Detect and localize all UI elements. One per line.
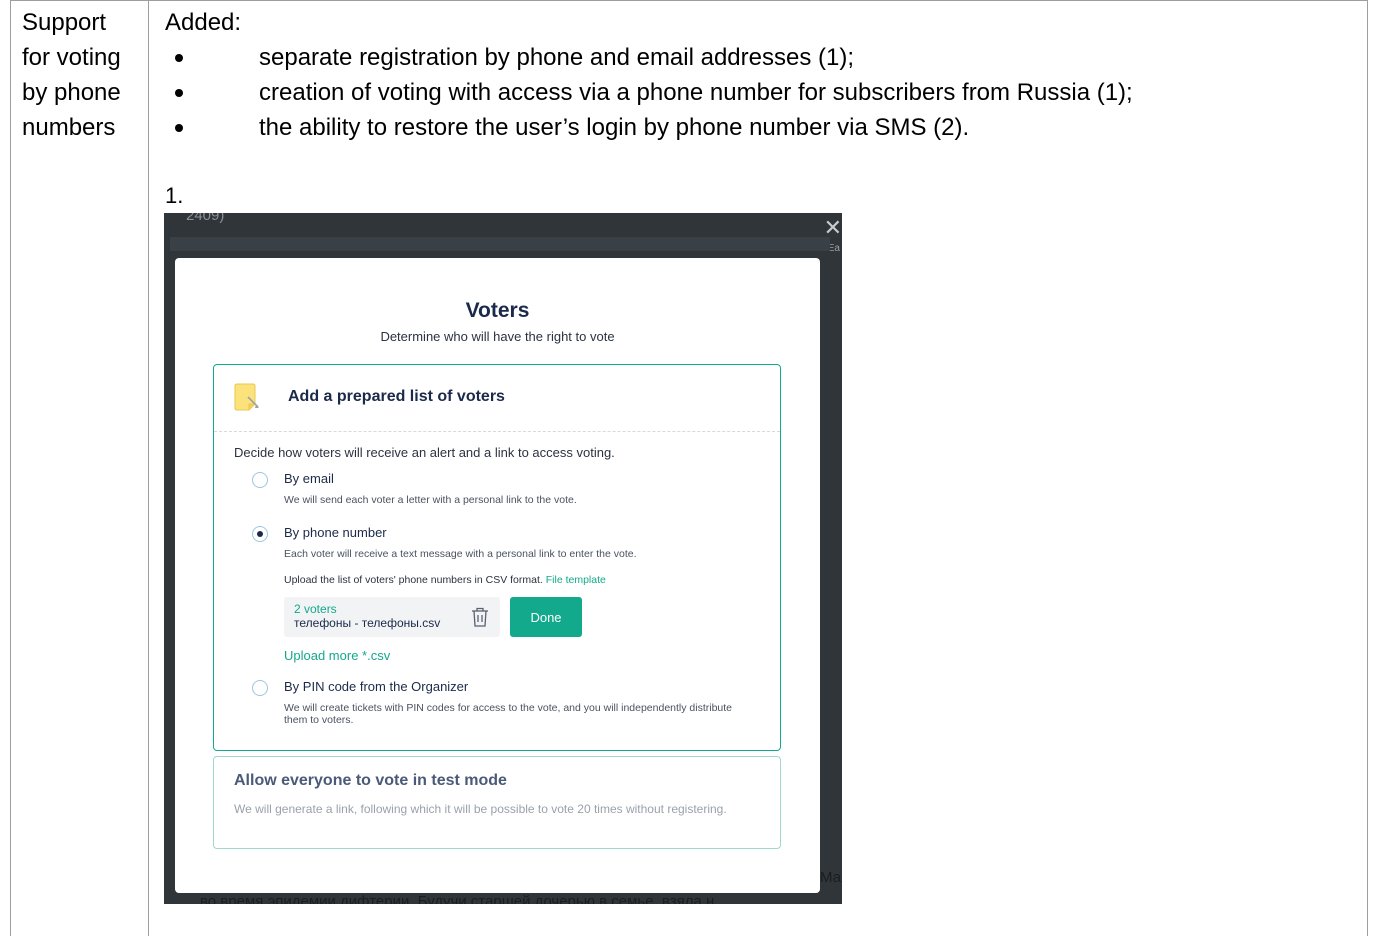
- modal-subtitle: Determine who will have the right to vot…: [380, 329, 615, 344]
- option-description: We will send each voter a letter with a …: [284, 494, 577, 506]
- radio-phone[interactable]: [252, 526, 268, 542]
- option-label: By PIN code from the Organizer: [284, 679, 469, 694]
- column-divider: [148, 0, 149, 936]
- upload-text: Upload the list of voters' phone numbers…: [284, 574, 543, 586]
- modal-title: Voters: [465, 299, 530, 322]
- voters-modal: Voters Determine who will have the right…: [175, 258, 820, 893]
- feature-name-cell: Support for voting by phone numbers: [22, 5, 147, 145]
- upload-instruction: Upload the list of voters' phone numbers…: [284, 574, 606, 586]
- changes-list: separate registration by phone and email…: [165, 40, 1355, 145]
- trash-icon[interactable]: [471, 607, 489, 627]
- option-description: We will create tickets with PIN codes fo…: [284, 702, 733, 726]
- radio-email[interactable]: [252, 472, 268, 488]
- voters-screenshot: 2409) ✕ Ea Мар во время эпидемии дифтери…: [164, 213, 842, 904]
- prepared-list-header: Add a prepared list of voters: [214, 365, 780, 432]
- figure-number: 1.: [165, 183, 184, 208]
- option-description: Each voter will receive a text message w…: [284, 548, 637, 560]
- sticky-note-icon: [234, 383, 259, 411]
- feature-name-line: Support: [22, 9, 107, 36]
- feature-name-line: numbers: [22, 114, 116, 141]
- option-label: By phone number: [284, 525, 387, 540]
- background-text-bottom: во время эпидемии дифтерии. Будучи старш…: [200, 893, 715, 904]
- file-name: телефоны - телефоны.csv: [294, 616, 441, 630]
- option-label: By email: [284, 471, 334, 486]
- feature-name-line: by phone: [22, 79, 121, 106]
- list-item: creation of voting with access via a pho…: [165, 75, 1355, 110]
- list-item: separate registration by phone and email…: [165, 40, 1355, 75]
- test-mode-title: Allow everyone to vote in test mode: [234, 772, 507, 789]
- delivery-instruction: Decide how voters will receive an alert …: [234, 445, 615, 460]
- test-mode-description: We will generate a link, following which…: [234, 802, 727, 816]
- added-label: Added:: [165, 9, 242, 36]
- prepared-list-card[interactable]: Add a prepared list of voters Decide how…: [213, 364, 781, 751]
- background-strip: [170, 237, 830, 251]
- upload-more-link[interactable]: Upload more *.csv: [284, 648, 390, 663]
- close-icon[interactable]: ✕: [824, 217, 842, 239]
- uploaded-file: 2 voters телефоны - телефоны.csv: [284, 597, 500, 637]
- background-text-right: Мар: [820, 869, 842, 886]
- feature-name-line: for voting: [22, 44, 121, 71]
- prepared-list-title: Add a prepared list of voters: [288, 388, 505, 405]
- voter-count: 2 voters: [294, 602, 337, 616]
- background-text-top: 2409): [186, 213, 225, 224]
- file-template-link[interactable]: File template: [546, 574, 606, 586]
- done-button[interactable]: Done: [510, 597, 582, 637]
- list-item: the ability to restore the user’s login …: [165, 110, 1355, 145]
- feature-description-cell: Added: separate registration by phone an…: [165, 5, 1355, 145]
- radio-pin[interactable]: [252, 680, 268, 696]
- test-mode-card[interactable]: Allow everyone to vote in test mode We w…: [213, 756, 781, 849]
